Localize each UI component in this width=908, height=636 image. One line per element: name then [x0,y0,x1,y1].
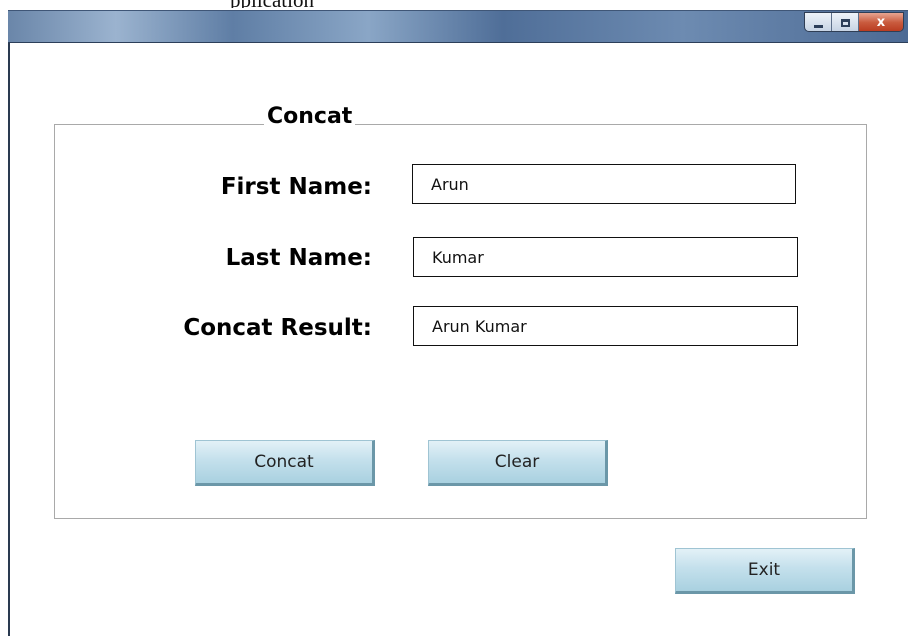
minimize-button[interactable] [805,13,832,31]
exit-button[interactable]: Exit [675,548,855,594]
first-name-label: First Name: [220,174,372,200]
close-button[interactable]: x [859,13,903,31]
clear-button[interactable]: Clear [428,440,608,486]
concat-button[interactable]: Concat [195,440,375,486]
caption-buttons: x [804,12,904,32]
concat-result-field[interactable] [413,306,798,346]
window-titlebar[interactable]: x [8,10,908,43]
maximize-button[interactable] [832,13,859,31]
last-name-label: Last Name: [225,245,372,271]
minimize-icon [813,24,823,28]
cropped-window-title: pplication [230,0,390,8]
concat-result-label: Concat Result: [183,315,372,341]
maximize-icon [840,18,850,27]
last-name-input[interactable] [413,237,798,277]
groupbox-title: Concat [264,104,356,129]
first-name-input[interactable] [412,164,796,204]
close-icon: x [876,15,886,30]
